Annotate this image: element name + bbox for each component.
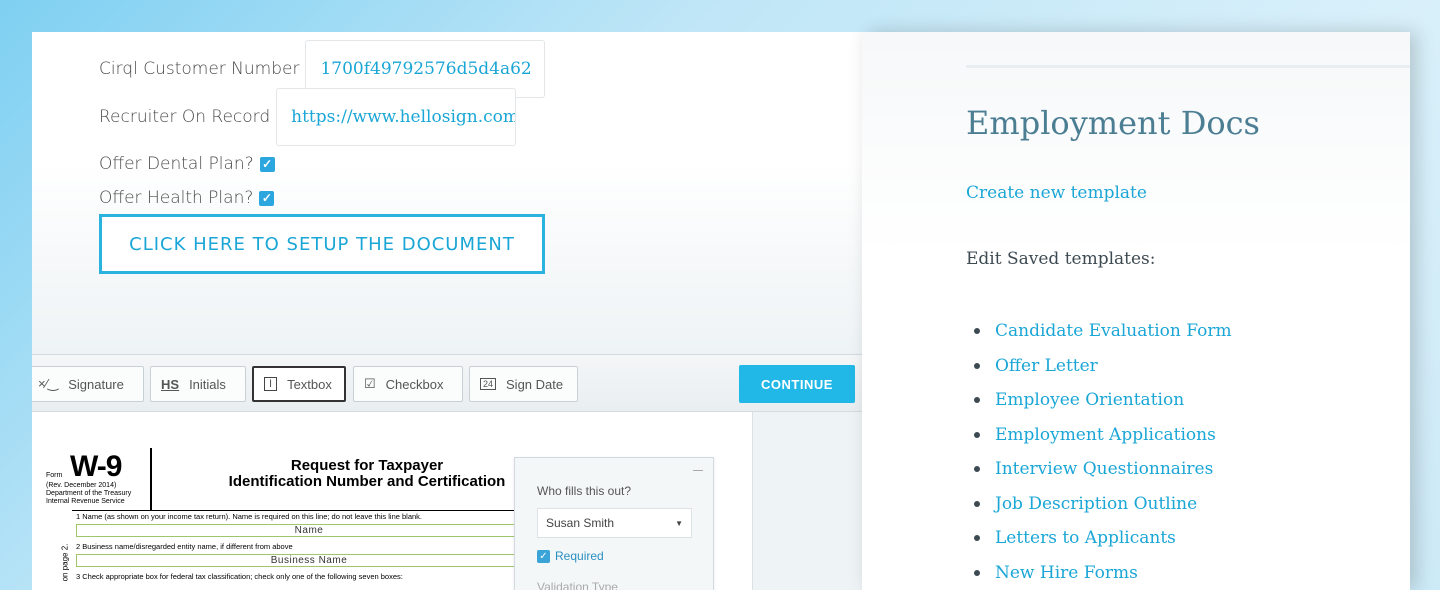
template-item[interactable]: Job Description Outline [974, 487, 1232, 522]
template-link[interactable]: Letters to Applicants [995, 528, 1176, 548]
document-gutter [752, 412, 862, 590]
bullet [974, 362, 980, 369]
minimize-icon[interactable] [693, 470, 703, 471]
top-divider [966, 65, 1410, 68]
required-checkbox-icon: ✓ [537, 549, 550, 563]
setup-document-button[interactable]: CLICK HERE TO SETUP THE DOCUMENT [99, 214, 545, 274]
template-item[interactable]: New Hire Forms [974, 556, 1232, 590]
signer-select[interactable]: Susan Smith ▼ [537, 508, 692, 538]
tool-textbox-label: Textbox [287, 376, 332, 392]
document-preview: Form W-9 (Rev. December 2014) Department… [32, 412, 862, 590]
health-label: Offer Health Plan? [99, 188, 254, 208]
health-row: Offer Health Plan? ✓ [99, 188, 275, 208]
w9-form-number: W-9 [70, 450, 122, 483]
tool-signature[interactable]: ×⁄‿ Signature [32, 366, 144, 402]
required-label: Required [555, 549, 604, 563]
tool-checkbox-label: Checkbox [385, 376, 444, 392]
recruiter-input[interactable]: https://www.hellosign.com [276, 88, 517, 146]
custom-fields-form: Cirql Customer Number 1700f49792576d5d4a… [32, 32, 862, 354]
validation-type-label: Validation Type [537, 580, 618, 590]
bullet [974, 569, 980, 576]
w9-side-text: on page 2. [60, 543, 70, 582]
bullet [974, 397, 980, 404]
template-link[interactable]: Job Description Outline [995, 494, 1197, 514]
popover-question: Who fills this out? [537, 484, 632, 498]
bullet [974, 328, 980, 335]
page-title: Employment Docs [966, 104, 1260, 142]
template-link[interactable]: New Hire Forms [995, 563, 1138, 583]
template-link[interactable]: Offer Letter [995, 356, 1098, 376]
w9-title-line2: Identification Number and Certification [228, 473, 506, 490]
template-item[interactable]: Interview Questionnaires [974, 452, 1232, 487]
template-list: Candidate Evaluation Form Offer Letter E… [974, 314, 1232, 590]
required-toggle[interactable]: ✓ Required [537, 549, 604, 563]
dental-checkbox[interactable]: ✓ [259, 156, 275, 172]
tool-sign-date[interactable]: 24 Sign Date [469, 366, 578, 402]
w9-dept: Department of the Treasury [46, 490, 132, 497]
health-checkbox[interactable]: ✓ [259, 190, 275, 206]
document-setup-panel: Cirql Customer Number 1700f49792576d5d4a… [32, 32, 862, 590]
tool-initials[interactable]: HS Initials [150, 366, 246, 402]
bullet [974, 431, 980, 438]
dental-label: Offer Dental Plan? [99, 154, 254, 174]
w9-line1: 1 Name (as shown on your income tax retu… [76, 512, 423, 521]
w9-irs: Internal Revenue Service [46, 498, 125, 505]
w9-line2: 2 Business name/disregarded entity name,… [76, 542, 293, 551]
signer-value: Susan Smith [546, 516, 615, 530]
w9-name-field[interactable]: Name [76, 524, 542, 537]
tool-textbox[interactable]: I Textbox [252, 366, 346, 402]
customer-number-label: Cirql Customer Number [99, 59, 300, 79]
template-item[interactable]: Candidate Evaluation Form [974, 314, 1232, 349]
signature-icon: ×⁄‿ [38, 376, 59, 391]
recruiter-label: Recruiter On Record [99, 107, 271, 127]
tool-initials-label: Initials [189, 376, 226, 392]
initials-icon: HS [161, 376, 180, 392]
edit-templates-heading: Edit Saved templates: [966, 249, 1156, 269]
field-settings-popover: Who fills this out? Susan Smith ▼ ✓ Requ… [514, 457, 714, 590]
template-link[interactable]: Employee Orientation [995, 390, 1184, 410]
bullet [974, 500, 980, 507]
template-item[interactable]: Offer Letter [974, 349, 1232, 384]
tool-sign-date-label: Sign Date [506, 376, 564, 392]
tool-checkbox[interactable]: ☑ Checkbox [353, 366, 463, 402]
w9-form-word: Form [46, 472, 63, 479]
template-item[interactable]: Employee Orientation [974, 383, 1232, 418]
template-item[interactable]: Employment Applications [974, 418, 1232, 453]
continue-button[interactable]: CONTINUE [739, 365, 855, 403]
template-item[interactable]: Letters to Applicants [974, 521, 1232, 556]
w9-meta: (Rev. December 2014) Department of the T… [46, 482, 131, 506]
w9-divider [150, 448, 152, 510]
template-link[interactable]: Employment Applications [995, 425, 1216, 445]
checkbox-icon: ☑ [364, 376, 376, 391]
w9-rule [72, 510, 552, 511]
bullet [974, 535, 980, 542]
create-template-link[interactable]: Create new template [966, 183, 1147, 203]
w9-rev: (Rev. December 2014) [46, 482, 117, 489]
recruiter-row: Recruiter On Record https://www.hellosig… [99, 88, 517, 146]
w9-business-field[interactable]: Business Name [76, 554, 542, 567]
bullet [974, 466, 980, 473]
dental-row: Offer Dental Plan? ✓ [99, 154, 275, 174]
templates-sidebar: Employment Docs Create new template Edit… [862, 32, 1410, 590]
field-toolbar: ×⁄‿ Signature HS Initials I Textbox ☑ Ch… [32, 354, 862, 412]
textbox-icon: I [264, 377, 278, 391]
w9-title: Request for Taxpayer Identification Numb… [202, 458, 532, 490]
template-link[interactable]: Candidate Evaluation Form [995, 321, 1232, 341]
dropdown-caret-icon: ▼ [675, 518, 683, 528]
template-link[interactable]: Interview Questionnaires [995, 459, 1213, 479]
w9-title-line1: Request for Taxpayer [290, 457, 444, 474]
w9-line3: 3 Check appropriate box for federal tax … [76, 572, 403, 581]
tool-signature-label: Signature [68, 376, 124, 392]
calendar-icon: 24 [480, 378, 497, 390]
